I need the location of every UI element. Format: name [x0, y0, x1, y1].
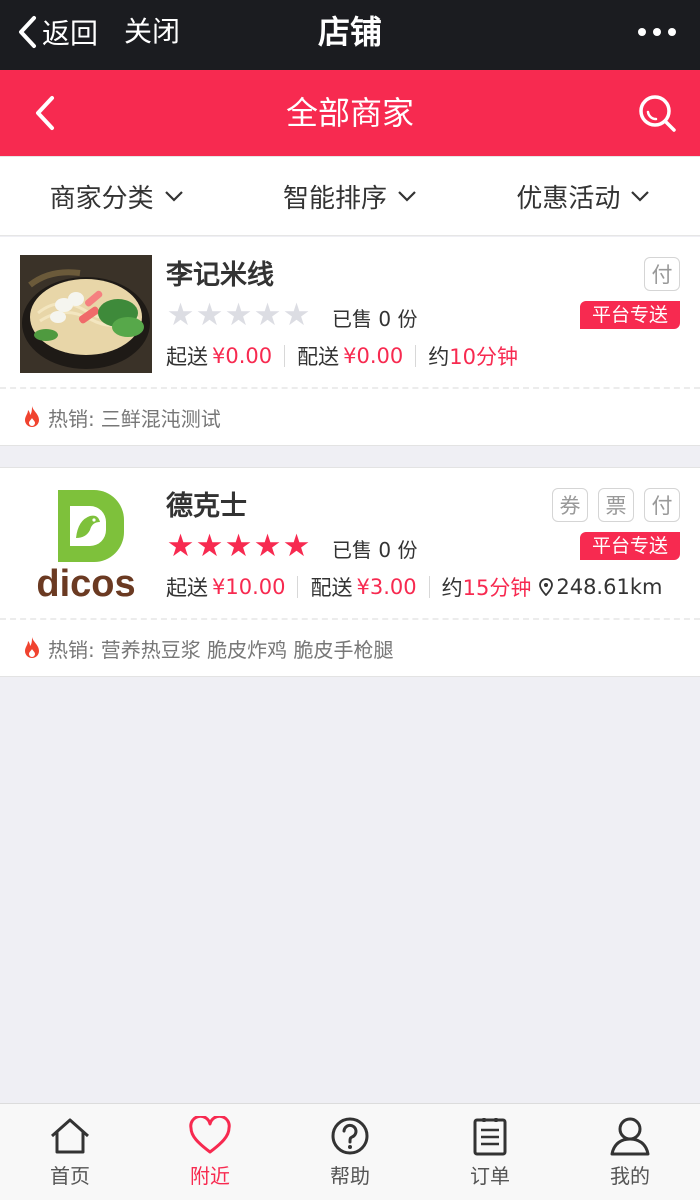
min-order-label: 起送	[166, 576, 208, 600]
chevron-down-icon	[631, 191, 650, 202]
delivery-time-value: 10分钟	[449, 345, 518, 369]
hot-label: 热销:	[48, 406, 95, 431]
tab-orders[interactable]: 订单	[420, 1104, 560, 1200]
shop-info: dicos 德克士 ★ ★ ★ ★ ★ 已售 0 份 起送 ¥10.00 配送 …	[0, 468, 700, 620]
hot-items: 三鲜混沌测试	[100, 406, 221, 431]
min-order-value: ¥0.00	[212, 344, 273, 368]
delivery-fee-value: ¥3.00	[356, 575, 417, 599]
shop-name: 李记米线	[166, 260, 274, 291]
platform-delivery-badge: 平台专送	[579, 532, 680, 560]
tab-home-label: 首页	[50, 1164, 90, 1188]
star-icon: ★	[282, 297, 311, 333]
shop-thumbnail	[20, 255, 152, 373]
user-icon	[610, 1117, 650, 1156]
fire-icon	[25, 406, 39, 427]
pay-tag: 付	[644, 257, 680, 291]
shop-meta: 起送 ¥0.00 配送 ¥0.00 约 10分钟	[166, 341, 518, 371]
delivery-time-label: 约	[428, 345, 450, 369]
delivery-time-label: 约	[441, 576, 463, 600]
shop-card[interactable]: 李记米线 ★ ★ ★ ★ ★ 已售 0 份 起送 ¥0.00 配送 ¥0.00 …	[0, 237, 700, 446]
star-icon: ★	[224, 528, 253, 564]
order-icon	[473, 1118, 507, 1156]
shop-meta: 起送 ¥10.00 配送 ¥3.00 约 15分钟 248.61km	[166, 572, 662, 602]
tab-help-label: 帮助	[330, 1164, 370, 1188]
wechat-title: 店铺	[317, 13, 382, 51]
shop-logo: dicos	[20, 486, 152, 604]
home-icon	[51, 1118, 89, 1154]
tab-help[interactable]: 帮助	[280, 1104, 420, 1200]
pay-tag: 付	[644, 488, 680, 522]
invoice-tag: 票	[598, 488, 634, 522]
sold-count: 已售 0 份	[332, 538, 418, 562]
min-order-label: 起送	[166, 345, 208, 369]
filter-promotions-label: 优惠活动	[516, 183, 621, 214]
heart-icon	[189, 1116, 231, 1154]
location-pin-icon	[539, 578, 554, 596]
distance-value: 248.61km	[556, 575, 663, 599]
tab-orders-label: 订单	[470, 1164, 510, 1188]
hot-label: 热销:	[48, 637, 95, 662]
shop-info: 李记米线 ★ ★ ★ ★ ★ 已售 0 份 起送 ¥0.00 配送 ¥0.00 …	[0, 237, 700, 389]
shop-card[interactable]: dicos 德克士 ★ ★ ★ ★ ★ 已售 0 份 起送 ¥10.00 配送 …	[0, 467, 700, 677]
coupon-tag: 券	[552, 488, 588, 522]
wechat-close-button[interactable]: 关闭	[124, 10, 180, 54]
star-icon: ★	[253, 297, 282, 333]
hot-sales: 热销: 营养热豆浆 脆皮炸鸡 脆皮手枪腿	[0, 620, 700, 676]
bottom-tab-bar: 首页 附近 帮助 订单 我的	[0, 1103, 700, 1200]
tab-nearby-label: 附近	[190, 1164, 230, 1188]
shop-tags: 付	[644, 257, 680, 291]
tab-home[interactable]: 首页	[0, 1104, 140, 1200]
more-icon[interactable]	[638, 18, 676, 46]
delivery-fee-label: 配送	[310, 576, 353, 600]
filter-sort[interactable]: 智能排序	[233, 157, 466, 235]
star-icon: ★	[195, 297, 224, 333]
page-title: 全部商家	[285, 94, 414, 132]
wechat-back-button[interactable]: 返回	[16, 10, 98, 54]
filter-bar: 商家分类 智能排序 优惠活动	[0, 156, 700, 236]
tab-nearby[interactable]: 附近	[140, 1104, 280, 1200]
filter-category[interactable]: 商家分类	[0, 157, 233, 235]
star-icon: ★	[253, 528, 282, 564]
star-rating: ★ ★ ★ ★ ★	[166, 299, 311, 331]
star-icon: ★	[195, 528, 224, 564]
star-icon: ★	[224, 297, 253, 333]
sold-count: 已售 0 份	[332, 307, 418, 331]
tab-mine[interactable]: 我的	[560, 1104, 700, 1200]
filter-category-label: 商家分类	[49, 183, 154, 214]
search-icon[interactable]	[636, 92, 678, 134]
wechat-back-label: 返回	[42, 17, 99, 50]
delivery-time-value: 15分钟	[462, 576, 532, 600]
tab-mine-label: 我的	[610, 1164, 650, 1188]
wechat-top-bar: 返回 关闭 店铺	[0, 0, 700, 70]
shop-tags: 券 票 付	[552, 488, 680, 522]
filter-sort-label: 智能排序	[282, 183, 387, 214]
distance: 248.61km	[539, 575, 662, 599]
chevron-left-icon	[19, 16, 36, 48]
star-icon: ★	[282, 528, 311, 564]
star-icon: ★	[166, 528, 195, 564]
app-header: 全部商家	[0, 70, 700, 156]
min-order-value: ¥10.00	[212, 575, 286, 599]
platform-delivery-badge: 平台专送	[579, 301, 680, 329]
star-icon: ★	[166, 297, 195, 333]
filter-promotions[interactable]: 优惠活动	[467, 157, 700, 235]
chevron-down-icon	[164, 191, 183, 202]
delivery-fee-label: 配送	[297, 345, 340, 369]
chevron-down-icon	[398, 191, 416, 202]
dicos-logo-text: dicos	[36, 563, 135, 604]
star-rating: ★ ★ ★ ★ ★	[166, 530, 311, 562]
back-arrow-icon[interactable]	[26, 90, 72, 136]
shop-name: 德克士	[166, 491, 247, 522]
help-icon	[331, 1117, 369, 1155]
fire-icon	[25, 637, 39, 658]
hot-items: 营养热豆浆 脆皮炸鸡 脆皮手枪腿	[100, 637, 394, 662]
delivery-fee-value: ¥0.00	[343, 344, 404, 368]
hot-sales: 热销: 三鲜混沌测试	[0, 389, 700, 445]
